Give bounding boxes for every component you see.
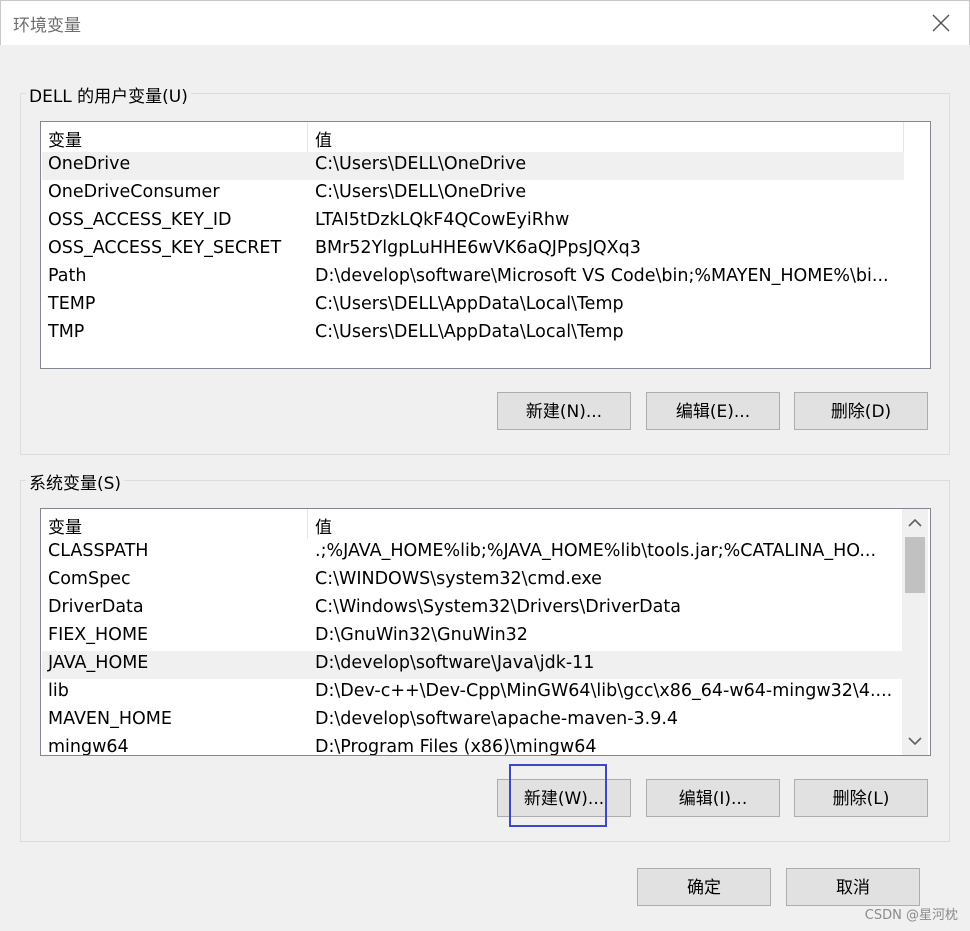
title-bar: 环境变量 xyxy=(0,0,970,45)
window-title: 环境变量 xyxy=(13,16,81,36)
scroll-thumb[interactable] xyxy=(905,537,925,593)
table-row[interactable]: OneDrive C:\Users\DELL\OneDrive xyxy=(42,152,904,180)
variable-name: TEMP xyxy=(48,294,96,314)
variable-name: OSS_ACCESS_KEY_ID xyxy=(48,210,232,230)
table-row[interactable]: CLASSPATH .;%JAVA_HOME%lib;%JAVA_HOME%li… xyxy=(42,539,902,567)
table-row[interactable]: TMP C:\Users\DELL\AppData\Local\Temp xyxy=(42,320,904,348)
variable-name: lib xyxy=(48,681,69,701)
user-delete-button[interactable]: 删除(D) xyxy=(794,392,928,430)
table-row[interactable]: TEMP C:\Users\DELL\AppData\Local\Temp xyxy=(42,292,904,320)
variable-value: LTAI5tDzkLQkF4QCowEyiRhw xyxy=(315,210,570,230)
variable-name: OneDrive xyxy=(48,154,131,174)
vertical-scrollbar[interactable] xyxy=(902,509,928,755)
list-header: 变量 值 xyxy=(41,122,930,152)
table-row[interactable]: lib D:\Dev-c++\Dev-Cpp\MinGW64\lib\gcc\x… xyxy=(42,679,902,707)
user-variables-label: DELL 的用户变量(U) xyxy=(26,82,191,107)
variable-name: DriverData xyxy=(48,597,144,617)
variable-value: .;%JAVA_HOME%lib;%JAVA_HOME%lib\tools.ja… xyxy=(315,541,877,561)
column-header-name[interactable]: 变量 xyxy=(48,513,82,538)
chevron-up-icon xyxy=(908,518,922,527)
close-button[interactable] xyxy=(927,9,955,37)
variable-name: Path xyxy=(48,266,87,286)
user-edit-button[interactable]: 编辑(E)... xyxy=(646,392,780,430)
scroll-up-button[interactable] xyxy=(902,509,928,537)
table-row[interactable]: DriverData C:\Windows\System32\Drivers\D… xyxy=(42,595,902,623)
column-header-value[interactable]: 值 xyxy=(315,126,332,151)
table-row[interactable]: ComSpec C:\WINDOWS\system32\cmd.exe xyxy=(42,567,902,595)
focus-highlight xyxy=(509,764,607,827)
variable-value: D:\develop\software\Java\jdk-11 xyxy=(315,653,595,673)
user-new-button[interactable]: 新建(N)... xyxy=(497,392,631,430)
close-icon xyxy=(932,14,950,32)
variable-value: D:\GnuWin32\GnuWin32 xyxy=(315,625,528,645)
column-header-name[interactable]: 变量 xyxy=(48,126,82,151)
variable-name: CLASSPATH xyxy=(48,541,149,561)
system-edit-button[interactable]: 编辑(I)... xyxy=(646,779,780,817)
system-variables-list[interactable]: 变量 值 CLASSPATH .;%JAVA_HOME%lib;%JAVA_HO… xyxy=(40,508,931,756)
table-row[interactable]: FIEX_HOME D:\GnuWin32\GnuWin32 xyxy=(42,623,902,651)
variable-value: C:\Users\DELL\AppData\Local\Temp xyxy=(315,294,624,314)
watermark: CSDN @星河枕 xyxy=(864,908,958,923)
variable-value: C:\Users\DELL\OneDrive xyxy=(315,182,527,202)
variable-name: mingw64 xyxy=(48,737,129,756)
column-separator[interactable] xyxy=(903,122,904,152)
table-row[interactable]: mingw64 D:\Program Files (x86)\mingw64 xyxy=(42,735,902,756)
user-variables-list[interactable]: 变量 值 OneDrive C:\Users\DELL\OneDrive One… xyxy=(40,121,931,369)
column-separator[interactable] xyxy=(307,122,308,152)
cancel-button[interactable]: 取消 xyxy=(786,868,920,906)
table-row[interactable]: JAVA_HOME D:\develop\software\Java\jdk-1… xyxy=(42,651,902,679)
table-row[interactable]: OneDriveConsumer C:\Users\DELL\OneDrive xyxy=(42,180,904,208)
list-header: 变量 值 xyxy=(41,509,930,539)
variable-name: MAVEN_HOME xyxy=(48,709,172,729)
variable-value: BMr52YlgpLuHHE6wVK6aQJPpsJQXq3 xyxy=(315,238,641,258)
variable-name: OneDriveConsumer xyxy=(48,182,220,202)
table-row[interactable]: MAVEN_HOME D:\develop\software\apache-ma… xyxy=(42,707,902,735)
column-header-value[interactable]: 值 xyxy=(315,513,332,538)
column-separator[interactable] xyxy=(307,509,308,539)
variable-value: D:\develop\software\apache-maven-3.9.4 xyxy=(315,709,679,729)
variable-name: OSS_ACCESS_KEY_SECRET xyxy=(48,238,282,258)
variable-name: FIEX_HOME xyxy=(48,625,149,645)
chevron-down-icon xyxy=(908,737,922,746)
environment-variables-dialog: 环境变量 DELL 的用户变量(U) 变量 值 OneDrive C:\User… xyxy=(0,0,970,931)
variable-value: C:\Users\DELL\OneDrive xyxy=(315,154,527,174)
variable-value: C:\WINDOWS\system32\cmd.exe xyxy=(315,569,602,589)
variable-value: D:\Dev-c++\Dev-Cpp\MinGW64\lib\gcc\x86_6… xyxy=(315,681,893,701)
table-row[interactable]: Path D:\develop\software\Microsoft VS Co… xyxy=(42,264,904,292)
variable-value: C:\Windows\System32\Drivers\DriverData xyxy=(315,597,681,617)
variable-name: TMP xyxy=(48,322,85,342)
ok-button[interactable]: 确定 xyxy=(637,868,771,906)
scroll-down-button[interactable] xyxy=(902,727,928,755)
table-row[interactable]: OSS_ACCESS_KEY_SECRET BMr52YlgpLuHHE6wVK… xyxy=(42,236,904,264)
table-row[interactable]: OSS_ACCESS_KEY_ID LTAI5tDzkLQkF4QCowEyiR… xyxy=(42,208,904,236)
system-delete-button[interactable]: 删除(L) xyxy=(794,779,928,817)
variable-name: ComSpec xyxy=(48,569,131,589)
variable-value: D:\develop\software\Microsoft VS Code\bi… xyxy=(315,266,889,286)
variable-name: JAVA_HOME xyxy=(48,653,149,673)
variable-value: C:\Users\DELL\AppData\Local\Temp xyxy=(315,322,624,342)
variable-value: D:\Program Files (x86)\mingw64 xyxy=(315,737,597,756)
system-variables-label: 系统变量(S) xyxy=(26,469,125,494)
